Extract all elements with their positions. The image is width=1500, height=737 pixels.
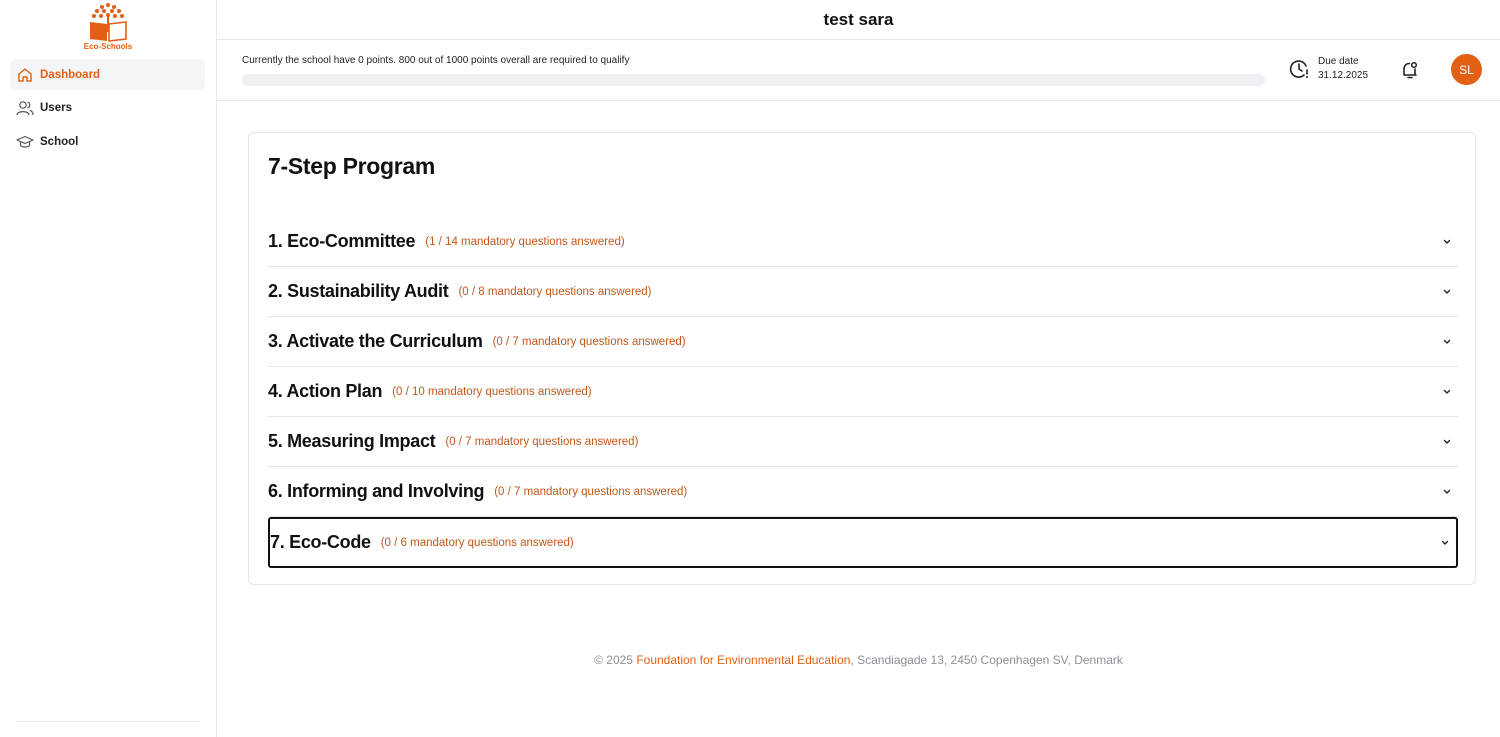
- step-title: 7. Eco-Code: [270, 532, 371, 552]
- due-date: Due date 31.12.2025: [1288, 55, 1368, 83]
- sidebar-item-school[interactable]: School: [10, 126, 205, 157]
- top-bar: test sara: [217, 0, 1500, 40]
- step-accordion-item[interactable]: 7. Eco-Code (0 / 6 mandatory questions a…: [268, 517, 1458, 568]
- step-progress-count: (0 / 8 mandatory questions answered): [458, 285, 652, 298]
- sidebar: Eco-Schools Dashboard Users School: [0, 0, 217, 737]
- chevron-down-icon: [1443, 339, 1451, 344]
- step-accordion-item[interactable]: 6. Informing and Involving (0 / 7 mandat…: [268, 467, 1458, 517]
- step-progress-count: (1 / 14 mandatory questions answered): [425, 235, 625, 248]
- points-progress-bar: [242, 74, 1265, 86]
- graduation-cap-icon: [16, 133, 34, 151]
- step-accordion-item[interactable]: 2. Sustainability Audit (0 / 8 mandatory…: [268, 267, 1458, 317]
- step-progress-count: (0 / 6 mandatory questions answered): [380, 536, 574, 549]
- chevron-down-icon: [1441, 540, 1449, 545]
- step-accordion-item[interactable]: 5. Measuring Impact (0 / 7 mandatory que…: [268, 417, 1458, 467]
- due-date-value: 31.12.2025: [1318, 70, 1369, 81]
- sidebar-divider: [16, 721, 199, 722]
- step-title: 2. Sustainability Audit: [268, 281, 449, 301]
- sidebar-item-label: Dashboard: [40, 68, 101, 81]
- sidebar-nav: Dashboard Users School: [10, 59, 205, 160]
- step-title: 5. Measuring Impact: [268, 431, 436, 451]
- step-accordion-item[interactable]: 3. Activate the Curriculum (0 / 7 mandat…: [268, 317, 1458, 367]
- steps-accordion: 1. Eco-Committee (1 / 14 mandatory quest…: [268, 217, 1458, 568]
- footer: © 2025 Foundation for Environmental Educ…: [217, 653, 1500, 667]
- home-icon: [16, 66, 34, 84]
- chevron-down-icon: [1443, 439, 1451, 444]
- chevron-down-icon: [1443, 289, 1451, 294]
- step-accordion-item[interactable]: 4. Action Plan (0 / 10 mandatory questio…: [268, 367, 1458, 417]
- notification-bell-icon[interactable]: [1399, 59, 1421, 81]
- sidebar-item-label: Users: [40, 102, 72, 114]
- seven-step-program-card: 7-Step Program 1. Eco-Committee (1 / 14 …: [248, 132, 1476, 585]
- program-title: 7-Step Program: [268, 153, 436, 179]
- clock-alert-icon: [1288, 58, 1310, 80]
- chevron-down-icon: [1443, 489, 1451, 494]
- due-date-label: Due date: [1318, 56, 1359, 67]
- step-accordion-item[interactable]: 1. Eco-Committee (1 / 14 mandatory quest…: [268, 217, 1458, 267]
- step-progress-count: (0 / 7 mandatory questions answered): [492, 335, 686, 348]
- footer-address: , Scandiagade 13, 2450 Copenhagen SV, De…: [850, 653, 1123, 667]
- chevron-down-icon: [1443, 389, 1451, 394]
- footer-org-link[interactable]: Foundation for Environmental Education: [636, 653, 850, 667]
- step-progress-count: (0 / 7 mandatory questions answered): [494, 485, 688, 498]
- users-icon: [16, 99, 34, 117]
- sidebar-item-dashboard[interactable]: Dashboard: [10, 59, 205, 90]
- points-progress-header: Currently the school have 0 points. 800 …: [217, 40, 1500, 101]
- tree-book-logo-icon: [90, 3, 127, 42]
- step-title: 4. Action Plan: [268, 381, 383, 401]
- step-title: 1. Eco-Committee: [268, 231, 416, 251]
- step-title: 6. Informing and Involving: [268, 481, 485, 501]
- step-progress-count: (0 / 10 mandatory questions answered): [392, 385, 592, 398]
- logo-text: Eco-Schools: [83, 42, 133, 51]
- sidebar-item-label: School: [40, 135, 79, 148]
- eco-schools-logo[interactable]: Eco-Schools: [80, 2, 136, 52]
- footer-copyright: © 2025: [594, 653, 637, 667]
- chevron-down-icon: [1443, 239, 1451, 244]
- sidebar-item-users[interactable]: Users: [10, 93, 205, 124]
- avatar[interactable]: SL: [1451, 54, 1482, 85]
- step-title: 3. Activate the Curriculum: [268, 331, 483, 351]
- page-title: test sara: [823, 9, 894, 29]
- points-progress-text: Currently the school have 0 points. 800 …: [242, 55, 630, 66]
- step-progress-count: (0 / 7 mandatory questions answered): [445, 435, 639, 448]
